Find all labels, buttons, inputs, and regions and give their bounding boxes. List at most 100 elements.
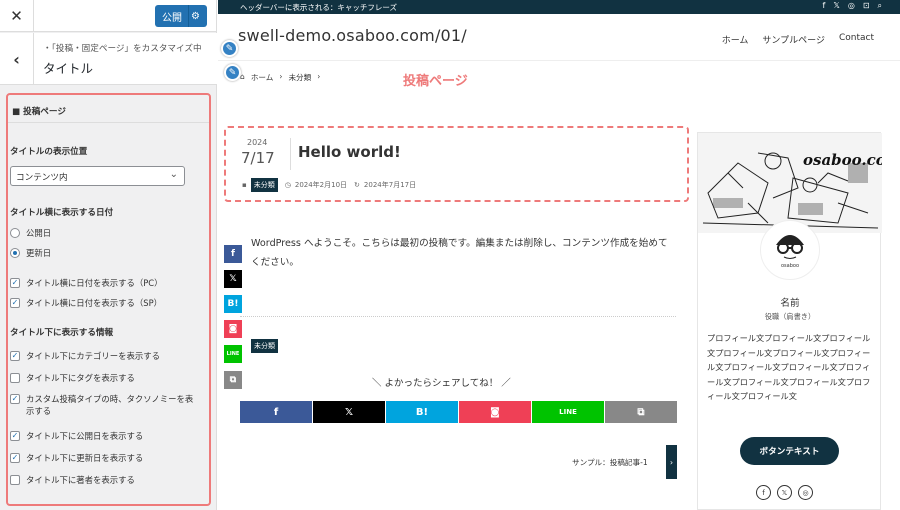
title-position-select[interactable]: コンテンツ内 ⌄: [10, 166, 185, 186]
breadcrumb-category[interactable]: 未分類: [288, 72, 311, 83]
post-meta: ▪ 未分類 ◷ 2024年2月10日 ↻ 2024年7月17日: [242, 178, 416, 192]
copy-icon: ⧉: [229, 375, 237, 385]
instagram-icon[interactable]: ◎: [848, 1, 855, 11]
next-post-link[interactable]: サンプル：投稿記事-1: [572, 457, 648, 468]
checkbox-label: タイトル下に公開日を表示する: [26, 431, 144, 441]
nav-sample-page[interactable]: サンプルページ: [762, 33, 825, 46]
copy-icon: ⧉: [637, 406, 645, 418]
checkbox[interactable]: ✓: [10, 431, 20, 441]
side-share-hatena[interactable]: B!: [224, 295, 242, 313]
rss-icon[interactable]: ⊡: [863, 1, 870, 11]
pencil-icon[interactable]: ✎: [224, 64, 241, 81]
radio-circle[interactable]: [10, 228, 20, 238]
cover-watermark: osaboo.com: [803, 151, 882, 169]
instagram-icon[interactable]: ◎: [798, 485, 813, 500]
post-title: Hello world!: [298, 143, 401, 161]
nav-contact[interactable]: Contact: [839, 33, 874, 46]
facebook-icon[interactable]: f: [823, 1, 826, 11]
title-position-value: コンテンツ内: [16, 173, 68, 183]
header-bar: ヘッダーバーに表示される：キャッチフレーズ f 𝕏 ◎ ⊡ ⌕: [218, 0, 900, 14]
profile-widget: osaboo.com osaboo 名前 役職（肩書き） プロフィール文プロフィ…: [697, 132, 882, 510]
checkbox-show-taxonomy[interactable]: ✓ カスタム投稿タイプの時、タクソノミーを表 示する: [10, 393, 193, 417]
x-icon[interactable]: 𝕏: [833, 1, 839, 11]
avatar-label: osaboo: [780, 263, 800, 269]
clock-icon: ◷: [284, 181, 291, 189]
checkbox[interactable]: ✓: [10, 351, 20, 361]
post-content: WordPress へようこそ。こちらは最初の投稿です。編集または削除し、コンテ…: [251, 238, 668, 268]
share-copy-button[interactable]: ⧉: [605, 401, 677, 423]
hatena-icon: B!: [227, 299, 239, 309]
share-x-button[interactable]: 𝕏: [313, 401, 385, 423]
home-icon: ⌂: [240, 72, 245, 81]
checkbox-date-pc[interactable]: ✓ タイトル横に日付を表示する（PC）: [10, 277, 163, 289]
category-badge[interactable]: 未分類: [251, 339, 278, 353]
pocket-icon: ◙: [228, 324, 238, 334]
side-share-facebook[interactable]: f: [224, 245, 242, 263]
back-button[interactable]: ‹: [0, 33, 34, 85]
profile-cover-image: osaboo.com: [698, 133, 882, 233]
post-date-year: 2024: [247, 138, 268, 147]
post-date-month-day: 7/17: [241, 149, 275, 167]
checkbox-label: タイトル下にカテゴリーを表示する: [26, 351, 160, 361]
radio-label: 公開日: [26, 228, 52, 238]
facebook-icon: f: [273, 406, 279, 418]
search-icon[interactable]: ⌕: [878, 1, 882, 11]
nav-home[interactable]: ホーム: [722, 33, 749, 46]
post-page-settings-panel: ■ 投稿ページ タイトルの表示位置 コンテンツ内 ⌄ タイトル横に表示する日付 …: [6, 93, 211, 506]
profile-role: 役職（肩書き）: [764, 312, 816, 321]
publish-button[interactable]: 公開 ⚙: [155, 5, 207, 27]
side-share-copy[interactable]: ⧉: [224, 371, 242, 389]
checkbox[interactable]: ✓: [10, 453, 20, 463]
customizer-header: ✕ 公開 ⚙: [0, 0, 216, 32]
share-line-button[interactable]: LINE: [532, 401, 604, 423]
section-breadcrumb: ‹ ・「投稿・固定ページ」をカスタマイズ中 タイトル: [0, 33, 217, 85]
checkbox[interactable]: ✓: [10, 394, 20, 404]
checkbox-label: カスタム投稿タイプの時、タクソノミーを表 示する: [26, 393, 193, 417]
checkbox[interactable]: ✓: [10, 298, 20, 308]
checkbox[interactable]: ✓: [10, 278, 20, 288]
category-badge[interactable]: 未分類: [250, 178, 278, 192]
radio-published-date[interactable]: 公開日: [10, 227, 51, 239]
next-post-arrow[interactable]: ›: [666, 445, 677, 479]
checkbox-show-published[interactable]: ✓ タイトル下に公開日を表示する: [10, 430, 143, 442]
title-position-heading: タイトルの表示位置: [10, 147, 88, 157]
share-pocket-button[interactable]: ◙: [459, 401, 531, 423]
catchphrase: ヘッダーバーに表示される：キャッチフレーズ: [240, 3, 398, 12]
header-divider: [218, 60, 900, 61]
checkbox-show-tags[interactable]: タイトル下にタグを表示する: [10, 372, 135, 384]
hatena-icon: B!: [415, 406, 429, 418]
line-icon: LINE: [559, 408, 577, 416]
checkbox-show-category[interactable]: ✓ タイトル下にカテゴリーを表示する: [10, 350, 160, 362]
post-footer-category: 未分類: [251, 339, 278, 353]
share-facebook-button[interactable]: f: [240, 401, 312, 423]
checkbox-date-sp[interactable]: ✓ タイトル横に日付を表示する（SP）: [10, 297, 162, 309]
gear-icon[interactable]: ⚙: [191, 11, 200, 22]
breadcrumb-separator: ›: [317, 72, 321, 81]
checkbox[interactable]: [10, 475, 20, 485]
pencil-icon[interactable]: ✎: [221, 40, 238, 57]
checkbox[interactable]: [10, 373, 20, 383]
radio-circle[interactable]: [10, 248, 20, 258]
checkbox-show-updated[interactable]: ✓ タイトル下に更新日を表示する: [10, 452, 143, 464]
folder-icon: ▪: [242, 181, 247, 189]
side-share-x[interactable]: 𝕏: [224, 270, 242, 288]
profile-bio: プロフィール文プロフィール文プロフィール文プロフィール文プロフィール文プロフィー…: [707, 333, 871, 402]
profile-button[interactable]: ボタンテキスト: [740, 437, 839, 465]
breadcrumb-home[interactable]: ホーム: [251, 72, 274, 83]
site-title[interactable]: swell-demo.osaboo.com/01/: [238, 26, 467, 45]
published-date: 2024年2月10日: [294, 181, 348, 189]
checkbox-label: タイトル下に更新日を表示する: [26, 453, 144, 463]
checkbox-label: タイトル下にタグを表示する: [26, 373, 135, 383]
content-divider: [240, 316, 676, 317]
updated-date: 2024年7月17日: [363, 181, 417, 189]
radio-updated-date[interactable]: 更新日: [10, 247, 51, 259]
facebook-icon[interactable]: f: [756, 485, 771, 500]
side-share-line[interactable]: LINE: [224, 345, 242, 363]
checkbox-label: タイトル横に日付を表示する（PC）: [26, 278, 163, 288]
close-customizer-button[interactable]: ✕: [0, 0, 34, 32]
refresh-icon: ↻: [354, 181, 360, 189]
x-icon[interactable]: 𝕏: [777, 485, 792, 500]
share-hatena-button[interactable]: B!: [386, 401, 458, 423]
checkbox-show-author[interactable]: タイトル下に著者を表示する: [10, 474, 135, 486]
side-share-pocket[interactable]: ◙: [224, 320, 242, 338]
